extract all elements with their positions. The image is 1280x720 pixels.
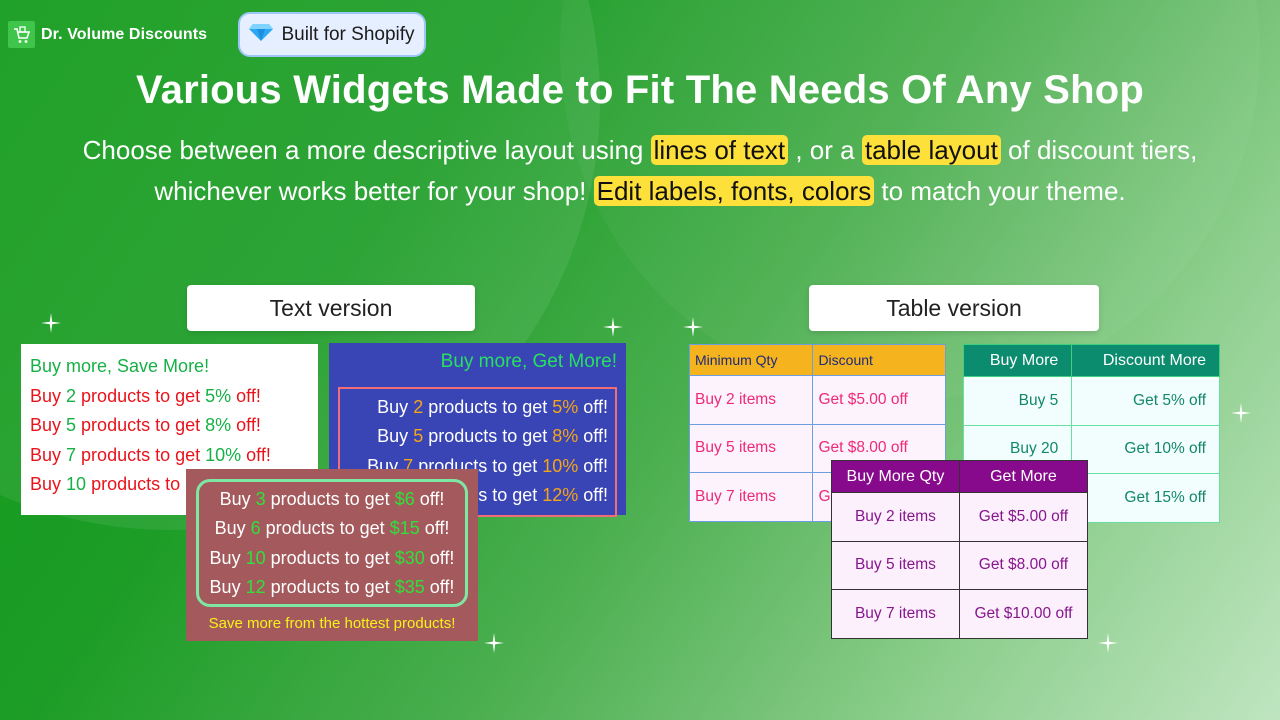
table-cell: Get $10.00 off [958, 589, 1089, 639]
column-header: Minimum Qty [688, 344, 814, 376]
tier-line: Buy 7 products to get 10% off! [30, 444, 271, 465]
sparkle-icon [41, 313, 61, 333]
sparkle-icon [1231, 403, 1251, 423]
table-row: Buy 5 Get 5% off [962, 376, 1220, 426]
table-cell: Buy 5 items [688, 423, 814, 473]
tier-line: Buy 5 products to get 8% off! [377, 426, 608, 447]
highlight-table-layout: table layout [861, 135, 1001, 165]
column-header: Discount More [1071, 344, 1220, 377]
table-header-row: Buy More Qty Get More [831, 460, 1089, 493]
table-row: Buy 2 items Get $5.00 off [688, 375, 946, 425]
table-cell: Buy 7 items [688, 472, 814, 522]
table-cell: Get 10% off [1071, 424, 1220, 474]
tier-line: Buy 12 products to get $35 off! [209, 576, 455, 597]
tier-line: Buy 5 products to get 8% off! [30, 415, 261, 435]
brand-name: Dr. Volume Discounts [41, 25, 208, 43]
sparkle-icon [603, 317, 623, 337]
table-cell: Get $8.00 off [958, 540, 1089, 590]
sparkle-icon [1098, 633, 1118, 653]
tier-box: Buy 3 products to get $6 off! Buy 6 prod… [196, 479, 468, 607]
text-widget-brown: Buy 3 products to get $6 off! Buy 6 prod… [186, 469, 478, 641]
subtitle-text: , or a [788, 135, 862, 165]
page-title: Various Widgets Made to Fit The Needs Of… [135, 68, 1145, 112]
tier-line: Buy 6 products to get $15 off! [214, 518, 450, 539]
column-header: Buy More Qty [831, 460, 960, 493]
table-cell: Buy 2 items [831, 492, 960, 542]
column-header: Buy More [962, 344, 1073, 377]
table-row: Buy 2 items Get $5.00 off [831, 492, 1089, 542]
sparkle-icon [484, 633, 504, 653]
column-header: Discount [812, 344, 946, 376]
table-cell: Buy 2 items [688, 375, 814, 425]
subtitle-text: Choose between a more descriptive layout… [82, 135, 651, 165]
table-version-label: Table version [809, 285, 1099, 331]
highlight-edit-labels: Edit labels, fonts, colors [593, 176, 875, 206]
table-cell: Buy 5 [962, 376, 1073, 426]
table-row: Buy 5 items Get $8.00 off [831, 540, 1089, 590]
table-header-row: Minimum Qty Discount [688, 344, 946, 376]
tier-line: Buy 10 products to get $30 off! [209, 547, 455, 568]
sparkle-icon [683, 317, 703, 337]
table-cell: Get 5% off [1071, 376, 1220, 426]
column-header: Get More [958, 460, 1089, 493]
shopping-cart-icon [8, 21, 35, 48]
table-cell: Buy 5 items [831, 540, 960, 590]
table-widget-purple: Buy More Qty Get More Buy 2 items Get $5.… [831, 460, 1089, 639]
tier-line: Buy 3 products to get $6 off! [219, 489, 445, 509]
brand: Dr. Volume Discounts [8, 21, 207, 48]
built-for-shopify-badge: Built for Shopify [238, 12, 426, 57]
tier-line: Buy 2 products to get 5% off! [377, 397, 608, 417]
table-cell: Buy 7 items [831, 589, 960, 639]
badge-label: Built for Shopify [281, 23, 415, 45]
highlight-lines-of-text: lines of text [650, 135, 789, 165]
widget-footer: Save more from the hottest products! [208, 615, 456, 632]
tier-line: Buy 2 products to get 5% off! [30, 385, 261, 406]
diamond-icon [249, 22, 274, 47]
page-subtitle: Choose between a more descriptive layout… [40, 130, 1240, 212]
table-cell: Get $5.00 off [958, 492, 1089, 542]
table-cell: Get 15% off [1071, 473, 1220, 523]
subtitle-text: to match your theme. [874, 176, 1126, 206]
widget-heading: Buy more, Get More! [440, 351, 617, 372]
table-row: Buy 7 items Get $10.00 off [831, 589, 1089, 639]
table-cell: Get $5.00 off [812, 375, 946, 425]
widget-heading: Buy more, Save More! [30, 356, 210, 376]
table-header-row: Buy More Discount More [962, 344, 1220, 377]
text-version-label: Text version [187, 285, 475, 331]
